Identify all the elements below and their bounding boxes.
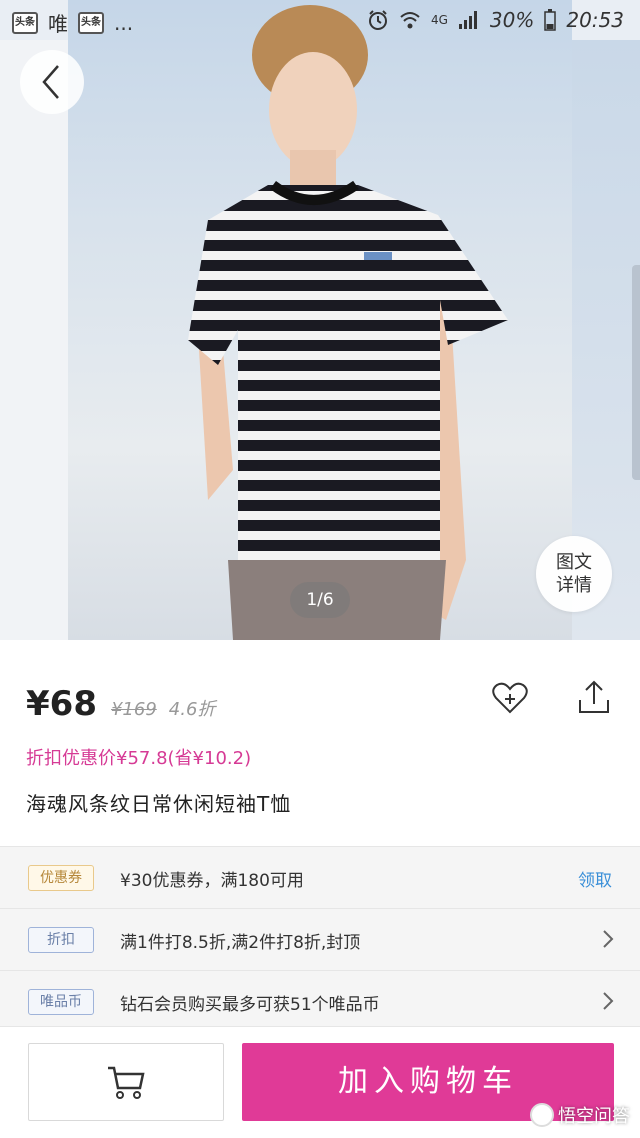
- toutiao-app-badge-2: 头条: [78, 11, 104, 34]
- network-type: 4G: [430, 13, 448, 27]
- image-text-detail-button[interactable]: 图文 详情: [536, 536, 612, 612]
- status-app-name: 唯: [48, 12, 68, 36]
- gallery-scroll-handle[interactable]: [632, 265, 640, 480]
- watermark-text: 悟空问答: [558, 1106, 630, 1127]
- battery-icon: [544, 9, 557, 31]
- coupon-text: ¥30优惠券，满180可用: [120, 871, 304, 891]
- discount-text: 满1件打8.5折,满2件打8折,封顶: [120, 933, 361, 953]
- info-section: 优惠券 ¥30优惠券，满180可用 领取 折扣 满1件打8.5折,满2件打8折,…: [0, 846, 640, 1026]
- gallery-page-indicator: 1/6: [290, 582, 350, 618]
- coupon-row[interactable]: 优惠券 ¥30优惠券，满180可用 领取: [0, 846, 640, 908]
- heart-plus-icon: [492, 682, 528, 714]
- claim-coupon-button[interactable]: 领取: [578, 866, 612, 891]
- clock: 20:53: [566, 8, 624, 32]
- back-button[interactable]: [20, 50, 84, 114]
- favorite-button[interactable]: [490, 678, 530, 718]
- chevron-right-icon: [603, 930, 614, 948]
- discount-tag: 折扣: [28, 927, 94, 953]
- coupon-tag: 优惠券: [28, 865, 94, 891]
- product-photo[interactable]: [68, 0, 572, 640]
- discount-rate: 4.6折: [168, 699, 216, 720]
- vip-coin-row[interactable]: 唯品币 钻石会员购买最多可获51个唯品币: [0, 970, 640, 1032]
- discount-row[interactable]: 折扣 满1件打8.5折,满2件打8折,封顶: [0, 908, 640, 970]
- model-illustration: [188, 5, 508, 640]
- detail-label-line2: 详情: [556, 575, 592, 596]
- status-left: 头条 唯 头条 ...: [12, 8, 133, 37]
- status-right: 4G 30% 20:53: [367, 8, 624, 32]
- chevron-right-icon: [603, 992, 614, 1010]
- original-price: ¥169: [110, 699, 157, 720]
- cart-button[interactable]: [28, 1043, 224, 1121]
- wifi-icon: [400, 12, 420, 29]
- gallery-left-edge: [0, 40, 68, 640]
- price-row: ¥68 ¥169 4.6折: [26, 684, 215, 724]
- current-price: ¥68: [26, 684, 97, 724]
- promo-price: 折扣优惠价¥57.8(省¥10.2): [26, 748, 252, 769]
- product-image-gallery[interactable]: [0, 0, 640, 640]
- share-button[interactable]: [574, 678, 614, 718]
- product-title: 海魂风条纹日常休闲短袖T恤: [26, 792, 292, 816]
- battery-level: 30%: [489, 8, 535, 32]
- status-more: ...: [114, 10, 134, 35]
- alarm-icon: [368, 10, 387, 30]
- share-icon: [579, 680, 609, 713]
- wukong-logo-icon: [530, 1103, 554, 1127]
- vip-coin-tag: 唯品币: [28, 989, 94, 1015]
- toutiao-app-badge: 头条: [12, 11, 38, 34]
- signal-icon: [458, 11, 477, 29]
- detail-label-line1: 图文: [556, 552, 592, 573]
- watermark: 悟空问答: [530, 1102, 630, 1128]
- shopping-cart-icon: [108, 1066, 145, 1099]
- vip-coin-text: 钻石会员购买最多可获51个唯品币: [120, 995, 380, 1015]
- status-bar: 头条 唯 头条 ... 4G 30% 20:53: [0, 0, 640, 44]
- chevron-left-icon: [42, 65, 59, 99]
